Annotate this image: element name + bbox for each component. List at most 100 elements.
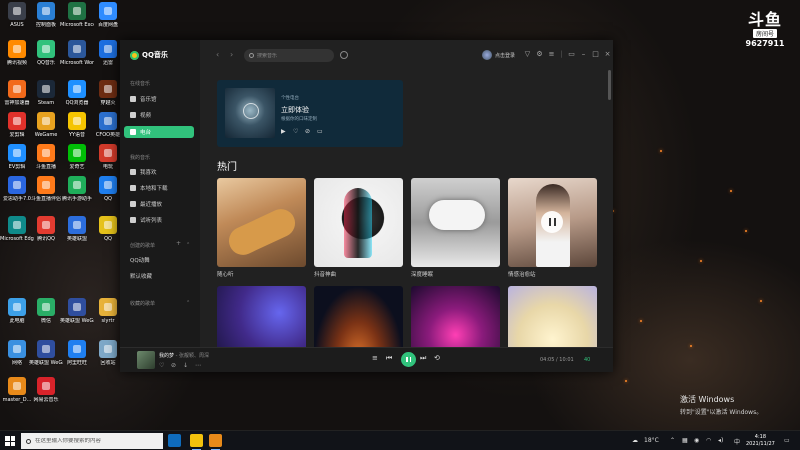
sidebar-item-local-download[interactable]: 本地和下载	[124, 182, 194, 194]
settings-icon[interactable]: ⚙	[535, 50, 544, 58]
douyu-taskbar-icon[interactable]	[209, 434, 222, 450]
search-icon	[26, 438, 31, 444]
back-arrow-icon[interactable]: ‹	[216, 50, 219, 59]
search-input[interactable]	[257, 52, 327, 59]
sidebar-item-music-hall[interactable]: 音乐馆	[124, 93, 194, 105]
download-icon[interactable]: ↓	[183, 362, 188, 369]
chevron-up-icon[interactable]: ⌃	[186, 242, 190, 248]
card-cover[interactable]	[314, 178, 403, 267]
card-cover[interactable]	[314, 286, 403, 347]
windows-start-icon[interactable]	[5, 436, 15, 446]
skin-icon[interactable]: ▽	[523, 50, 532, 58]
song-artist[interactable]: - 张靓颖、周深	[176, 353, 209, 359]
card-cover[interactable]	[508, 286, 597, 347]
desktop-icon[interactable]: Microsoft Excel 2010	[60, 0, 94, 42]
radio-card[interactable]	[508, 286, 597, 347]
qq-music-taskbar-icon[interactable]	[190, 434, 203, 450]
app-icon	[68, 144, 86, 162]
song-title[interactable]: 我的梦	[159, 353, 174, 359]
desktop-icon[interactable]: 百度网盘	[91, 0, 125, 42]
card-cover[interactable]	[508, 178, 597, 267]
sidebar-item-video[interactable]: 视频	[124, 109, 194, 121]
wifi-icon[interactable]: ◠	[706, 437, 711, 444]
activate-subtitle: 转到"设置"以激活 Windows。	[680, 409, 763, 416]
desktop-icon[interactable]: 腾讯QQ	[29, 214, 63, 256]
menu-icon[interactable]: ≡	[547, 50, 556, 58]
minimize-icon[interactable]: –	[579, 50, 588, 58]
notification-icon[interactable]: ▭	[784, 437, 790, 444]
forward-arrow-icon[interactable]: ›	[230, 50, 233, 59]
sidebar-item-playlist[interactable]: QQ动舞	[124, 254, 194, 266]
comment-icon[interactable]: ▭	[317, 128, 323, 135]
radio-card-playing[interactable]: 情感治愈站	[508, 178, 597, 278]
heart-icon[interactable]: ♡	[159, 362, 164, 369]
avatar[interactable]	[482, 50, 492, 60]
desktop-icon[interactable]: 腾讯手游助手	[60, 174, 94, 216]
desktop-icon-label: Microsoft Excel 2010	[60, 22, 94, 28]
taskbar-search-box[interactable]	[21, 433, 163, 449]
card-cover[interactable]	[411, 286, 500, 347]
repeat-icon[interactable]: ⟲	[434, 354, 440, 362]
task-view-icon[interactable]	[168, 434, 181, 447]
desktop-icon-label: 斗鱼直播伴侣	[30, 196, 61, 202]
next-icon[interactable]: ⏭	[420, 354, 426, 363]
desktop-icon[interactable]: 斗鱼直播伴侣	[29, 174, 63, 216]
add-playlist-button[interactable]: +	[176, 240, 181, 247]
chevron-up-icon[interactable]: ⌃	[186, 300, 190, 306]
playlist-mode-icon[interactable]: ≡	[372, 354, 378, 362]
dislike-icon[interactable]: ⊘	[305, 128, 310, 135]
card-cover[interactable]	[217, 178, 306, 267]
dislike-icon[interactable]: ⊘	[171, 362, 176, 369]
desktop-icon[interactable]: 英雄联盟	[60, 214, 94, 256]
card-cover[interactable]	[411, 178, 500, 267]
sidebar-item-favorites[interactable]: 我喜欢	[124, 166, 194, 178]
close-icon[interactable]: ×	[603, 50, 612, 58]
network-icon[interactable]: ▦	[682, 437, 688, 444]
sidebar-item-recent[interactable]: 最近播放	[124, 198, 194, 210]
chevron-up-icon[interactable]: ⌃	[670, 437, 675, 444]
maximize-icon[interactable]: □	[591, 50, 600, 58]
desktop-icon[interactable]: 控制面板	[29, 0, 63, 42]
desktop-icon[interactable]: 网易云音乐	[29, 375, 63, 417]
radio-card[interactable]	[411, 286, 500, 347]
scrollbar[interactable]	[608, 70, 611, 100]
desktop-icon[interactable]: QQ音乐	[29, 38, 63, 80]
radio-card[interactable]: 随心听	[217, 178, 306, 278]
play-icon[interactable]: ▶	[281, 128, 286, 135]
desktop-icon[interactable]: Microsoft Word 2010	[60, 38, 94, 80]
app-tray-icon[interactable]: ◉	[694, 437, 699, 444]
playlist-count[interactable]: 40	[584, 357, 590, 363]
more-icon[interactable]: ⋯	[195, 362, 201, 369]
desktop-icon[interactable]: 阿里旺旺	[60, 338, 94, 380]
volume-icon[interactable]: ◂)	[718, 437, 723, 444]
sidebar-item-playlist[interactable]: 默认收藏	[124, 270, 194, 282]
temperature-label[interactable]: 18°C	[644, 437, 659, 444]
microphone-icon[interactable]	[340, 51, 348, 59]
radio-card[interactable]: 抖音神曲	[314, 178, 403, 278]
taskbar-clock[interactable]: 4:18 2021/11/27	[746, 434, 775, 448]
ime-indicator[interactable]: 中	[734, 437, 740, 446]
personal-radio-banner[interactable]: 个性电台 立即体验 根据你的口味定制 ▶ ♡ ⊘ ▭	[217, 80, 403, 147]
desktop-icon[interactable]: 英雄联盟 WeGame版	[60, 296, 94, 338]
sidebar-item-radio[interactable]: 电台	[124, 126, 194, 138]
now-playing-cover[interactable]	[137, 351, 155, 369]
cloud-weather-icon[interactable]: ☁	[632, 437, 638, 444]
mini-mode-icon[interactable]: ▭	[567, 50, 576, 58]
radio-card[interactable]	[217, 286, 306, 347]
sidebar-item-trial-list[interactable]: 试听列表	[124, 214, 194, 226]
sidebar-item-label: 我喜欢	[140, 170, 157, 176]
card-cover[interactable]	[217, 286, 306, 347]
login-link[interactable]: 点击登录	[495, 52, 515, 59]
app-icon	[37, 2, 55, 20]
taskbar-search-input[interactable]	[35, 438, 155, 444]
heart-icon[interactable]: ♡	[293, 128, 298, 135]
search-box[interactable]	[244, 49, 334, 62]
previous-icon[interactable]: ⏮	[386, 354, 392, 363]
desktop-icon-label: 英雄联盟 WeGame版	[29, 360, 63, 366]
radio-card[interactable]	[314, 286, 403, 347]
desktop-icon[interactable]: 英雄联盟 WeGame版	[29, 338, 63, 380]
play-pause-button[interactable]	[401, 352, 416, 367]
radio-card[interactable]: 深度睡眠	[411, 178, 500, 278]
pause-button[interactable]	[541, 211, 563, 233]
desktop-icon[interactable]: 微信	[29, 296, 63, 338]
